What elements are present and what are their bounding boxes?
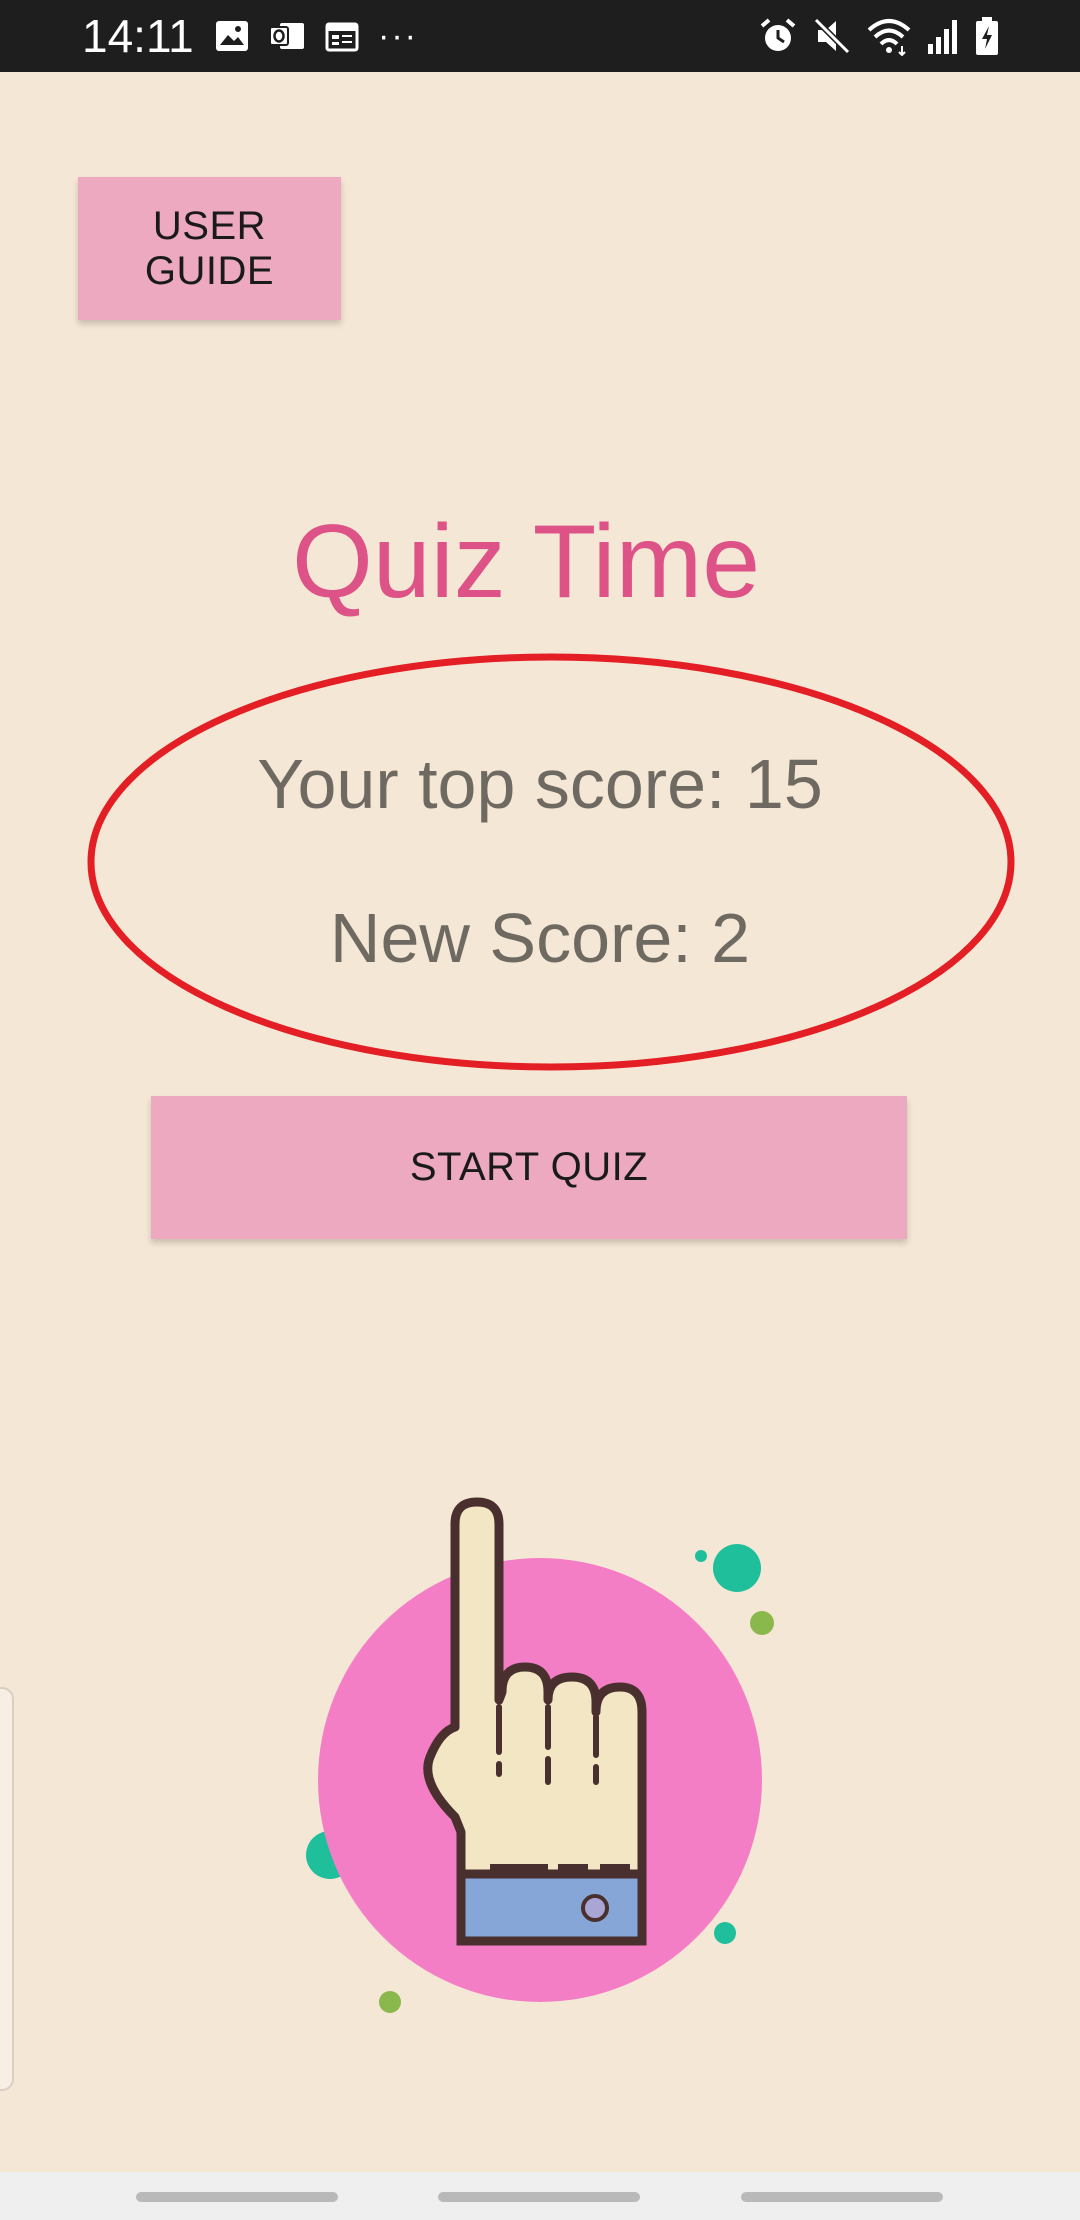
signal-icon — [928, 20, 957, 54]
back-button[interactable] — [741, 2192, 943, 2202]
recent-apps-button[interactable] — [136, 2192, 338, 2202]
battery-charging-icon — [976, 17, 998, 55]
status-icons-left: ··· — [214, 16, 418, 56]
calendar-icon — [325, 22, 359, 52]
mute-icon — [813, 17, 851, 55]
user-guide-button[interactable]: USER GUIDE — [78, 177, 341, 320]
home-button[interactable] — [438, 2192, 640, 2202]
outlook-icon — [269, 23, 304, 49]
pointing-hand-icon — [306, 1497, 774, 2013]
highlight-ellipse — [87, 653, 1015, 1071]
alarm-icon — [760, 18, 796, 51]
navigation-bar — [0, 2172, 1080, 2220]
top-score-text: Your top score: 15 — [257, 745, 823, 823]
status-icons-right — [758, 14, 1000, 58]
status-time: 14:11 — [82, 10, 194, 62]
edge-panel-handle[interactable] — [0, 1687, 14, 2091]
status-bar: 14:11 ··· — [0, 0, 1080, 72]
start-quiz-button[interactable]: START QUIZ — [151, 1096, 907, 1239]
app-screen: USER GUIDE Quiz Time Your top score: 15 … — [0, 72, 1080, 2172]
wifi-icon — [867, 19, 911, 56]
more-notifications-icon: ··· — [378, 17, 418, 55]
image-icon — [216, 21, 248, 51]
new-score-text: New Score: 2 — [329, 899, 751, 977]
page-title: Quiz Time — [291, 504, 761, 620]
